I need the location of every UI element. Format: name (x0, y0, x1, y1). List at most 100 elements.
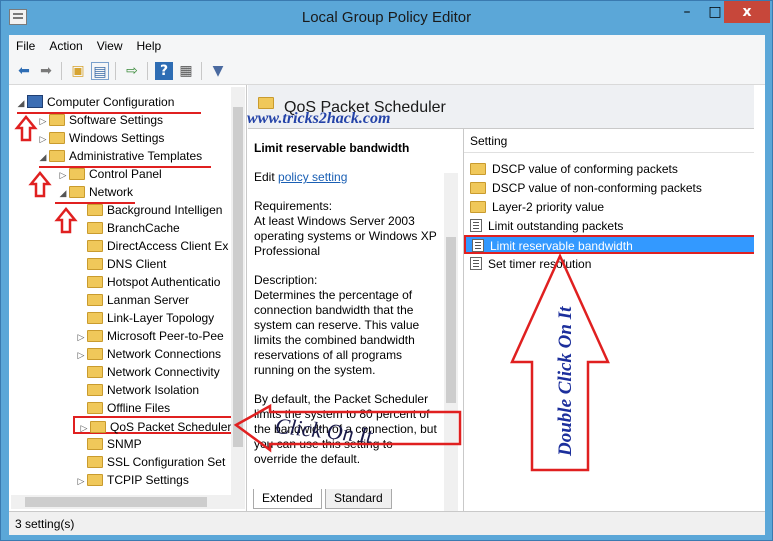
requirements-text: At least Windows Server 2003 operating s… (254, 214, 437, 258)
tree-node-label: Offline Files (107, 401, 171, 415)
toolbar-separator (147, 62, 148, 80)
collapse-icon[interactable]: ◢ (57, 184, 69, 202)
watermark-text: www.tricks2hack.com (247, 110, 391, 127)
expand-icon[interactable]: ▷ (75, 346, 87, 364)
tab-standard[interactable]: Standard (325, 489, 392, 509)
double-click-annotation-text: Double Click On It (555, 306, 576, 456)
collapse-icon[interactable]: ◢ (15, 94, 27, 112)
expand-icon[interactable]: ▷ (75, 472, 87, 490)
tree-node-network-child[interactable]: Network Isolation (75, 381, 199, 399)
folder-icon (87, 330, 103, 342)
window-title: Local Group Policy Editor (301, 9, 472, 26)
folder-icon (69, 186, 85, 198)
tree-node-label: Control Panel (89, 167, 162, 181)
status-bar: 3 setting(s) (9, 511, 765, 535)
minimize-button[interactable]: – (673, 1, 701, 23)
folder-icon (90, 421, 106, 433)
tree-node-label: Software Settings (69, 113, 164, 127)
settings-scrollbar[interactable] (754, 85, 765, 511)
help-icon[interactable]: ? (155, 62, 173, 80)
tree-node-network-child[interactable]: DirectAccess Client Ex (75, 237, 228, 255)
tree-node-network-child[interactable]: ▷ Microsoft Peer-to-Pee (75, 327, 224, 345)
tree-node-network[interactable]: ◢ Network (57, 183, 133, 201)
settings-list: Setting DSCP value of conforming packets… (464, 129, 765, 511)
tree-node-computer-configuration[interactable]: ◢ Computer Configuration (15, 93, 174, 111)
tree-node-network-child[interactable]: SNMP (75, 435, 142, 453)
setting-icon (470, 219, 482, 232)
tree-node-windows-settings[interactable]: ▷ Windows Settings (37, 129, 165, 148)
filter-icon[interactable]: ▼ (209, 62, 227, 80)
tree-node-network-child[interactable]: Network Connectivity (75, 363, 220, 381)
menu-action[interactable]: Action (42, 35, 89, 53)
tree-node-label: SSL Configuration Set (107, 455, 226, 469)
annotation-underline (55, 202, 135, 204)
expand-icon[interactable]: ▷ (37, 112, 49, 130)
tree-horizontal-scrollbar[interactable] (11, 495, 245, 509)
setting-row-limit-outstanding[interactable]: Limit outstanding packets (464, 217, 760, 236)
tree-node-network-child[interactable]: Lanman Server (75, 291, 189, 309)
properties-icon[interactable]: ▦ (177, 62, 195, 80)
status-text: 3 setting(s) (15, 517, 75, 531)
folder-icon (470, 201, 486, 213)
setting-row-layer2-priority[interactable]: Layer-2 priority value (464, 198, 760, 217)
tree-node-label: Link-Layer Topology (107, 311, 215, 325)
setting-label: Limit outstanding packets (488, 219, 624, 233)
menu-bar: File Action View Help (9, 35, 765, 57)
collapse-icon[interactable]: ◢ (37, 148, 49, 166)
menu-view[interactable]: View (90, 35, 130, 53)
tree-node-label: TCPIP Settings (107, 473, 189, 487)
menu-help[interactable]: Help (130, 35, 169, 53)
requirements-label: Requirements: (254, 199, 333, 213)
tree-node-qos-packet-scheduler[interactable]: ▷ QoS Packet Scheduler (73, 416, 237, 434)
expand-icon[interactable]: ▷ (75, 328, 87, 346)
tree-node-label: Network Connections (107, 347, 222, 361)
computer-icon (27, 95, 43, 108)
folder-icon (87, 402, 103, 414)
tree-node-network-child[interactable]: Link-Layer Topology (75, 309, 214, 327)
tree-node-label: Background Intelligen (107, 203, 223, 217)
expand-icon[interactable]: ▷ (37, 130, 49, 148)
tree-node-network-child[interactable]: DNS Client (75, 255, 166, 273)
description-pane: Limit reservable bandwidth Edit policy s… (248, 129, 464, 513)
export-list-icon[interactable]: ⇨ (123, 62, 141, 80)
show-hide-tree-icon[interactable]: ▤ (91, 62, 109, 80)
content-area: ◢ Computer Configuration ▷ Software Settin… (9, 85, 765, 513)
setting-column-header[interactable]: Setting (464, 129, 765, 153)
setting-row-limit-reservable-bandwidth[interactable]: Limit reservable bandwidth (464, 235, 760, 254)
toolbar: ⬅ ➡ ▣ ▤ ⇨ ? ▦ ▼ (9, 57, 765, 85)
forward-icon[interactable]: ➡ (37, 62, 55, 80)
policy-setting-link[interactable]: policy setting (278, 170, 347, 184)
folder-icon (87, 456, 103, 468)
setting-row-timer-resolution[interactable]: Set timer resolution (464, 255, 760, 274)
scrollbar-thumb[interactable] (233, 107, 243, 447)
folder-icon (258, 97, 274, 109)
tree-node-network-child[interactable]: Offline Files (75, 399, 170, 417)
tree-node-network-child[interactable]: Hotspot Authenticatio (75, 273, 220, 291)
tab-extended[interactable]: Extended (253, 489, 322, 509)
tree-node-label: DirectAccess Client Ex (107, 239, 229, 253)
setting-label: DSCP value of non-conforming packets (492, 181, 702, 195)
close-button[interactable]: x (724, 1, 770, 23)
setting-row-dscp-nonconforming[interactable]: DSCP value of non-conforming packets (464, 179, 760, 198)
description-scrollbar[interactable] (444, 173, 458, 513)
scrollbar-thumb[interactable] (446, 237, 456, 403)
tree-node-network-child[interactable]: ▷ TCPIP Settings (75, 471, 189, 489)
tree-node-label: Microsoft Peer-to-Pee (107, 329, 224, 343)
expand-icon[interactable]: ▷ (57, 166, 69, 184)
folder-icon (87, 240, 103, 252)
setting-row-dscp-conforming[interactable]: DSCP value of conforming packets (464, 160, 760, 179)
tree-node-network-child[interactable]: BranchCache (75, 219, 180, 237)
tree-node-label: Hotspot Authenticatio (107, 275, 221, 289)
tree-node-network-child[interactable]: ▷ Network Connections (75, 345, 222, 364)
menu-file[interactable]: File (9, 35, 42, 53)
up-folder-icon[interactable]: ▣ (69, 62, 87, 80)
folder-icon (87, 258, 103, 270)
title-bar[interactable]: Local Group Policy Editor – □ x (1, 1, 772, 35)
scrollbar-thumb[interactable] (25, 497, 207, 507)
tree-node-administrative-templates[interactable]: ◢ Administrative Templates (37, 147, 203, 166)
folder-icon (87, 276, 103, 288)
folder-icon (87, 348, 103, 360)
tree-vertical-scrollbar[interactable] (231, 87, 245, 495)
back-icon[interactable]: ⬅ (15, 62, 33, 80)
tree-node-network-child[interactable]: SSL Configuration Set (75, 453, 225, 471)
